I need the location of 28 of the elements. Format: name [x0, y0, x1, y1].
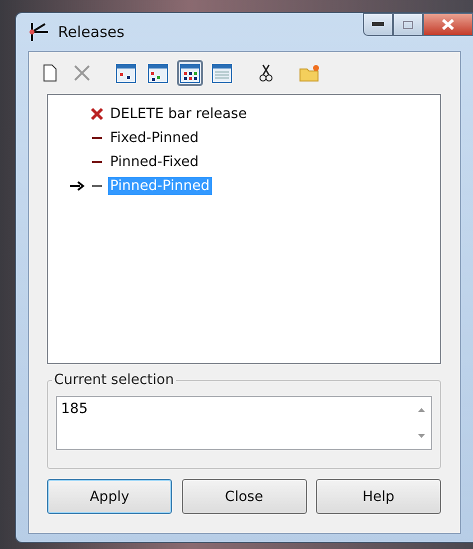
minimize-button[interactable]: [363, 13, 393, 36]
close-icon: [442, 19, 454, 30]
dialog-button[interactable]: Help: [316, 479, 441, 514]
view-icon: [116, 64, 136, 82]
list-item[interactable]: Pinned-Fixed: [108, 153, 201, 171]
selection-field[interactable]: 185: [56, 396, 432, 450]
scissors-icon: [259, 64, 273, 82]
delete-icon: [73, 64, 91, 82]
folder-icon: [299, 64, 321, 82]
view-icon: [180, 64, 200, 82]
maximize-icon: [403, 20, 413, 28]
view-icon: [212, 64, 232, 82]
list-item[interactable]: Fixed-Pinned: [108, 129, 201, 147]
list-item[interactable]: DELETE bar release: [108, 105, 249, 123]
close-button[interactable]: [423, 13, 473, 36]
minimize-icon: [372, 22, 384, 27]
view-icon: [148, 64, 168, 82]
up-arrow-icon: [418, 408, 424, 412]
dialog-button[interactable]: Apply: [47, 479, 172, 514]
window-title: Releases: [58, 23, 124, 41]
delete-icon: [90, 107, 104, 121]
dialog-button[interactable]: Close: [182, 479, 306, 514]
group-label: Current selection: [53, 372, 175, 388]
app-icon: [28, 21, 50, 43]
maximize-button[interactable]: [393, 13, 423, 36]
down-arrow-icon: [418, 434, 424, 438]
new-document-icon: [43, 64, 57, 82]
toolbar-button[interactable]: [177, 60, 203, 86]
